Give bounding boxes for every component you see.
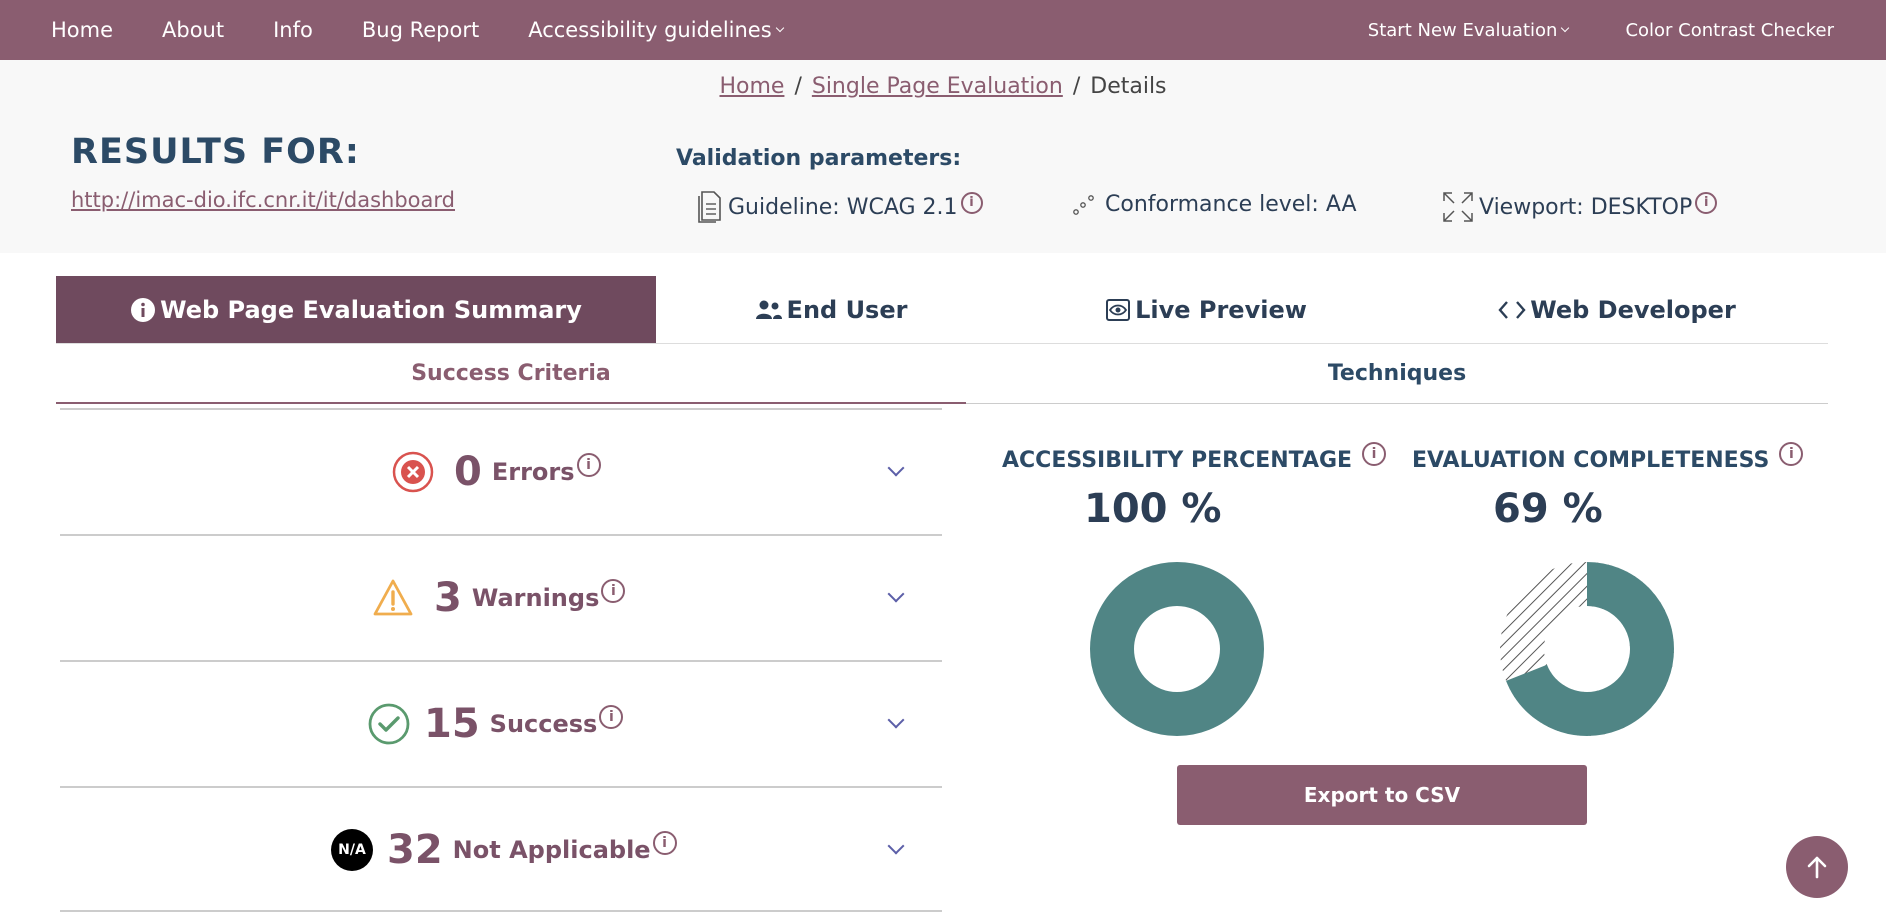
main-tabs: Web Page Evaluation Summary End User Liv…	[56, 276, 1828, 343]
code-icon	[1498, 300, 1526, 319]
tab-web-developer[interactable]: Web Developer	[1406, 276, 1828, 343]
param-conformance: Conformance level: AA	[1071, 190, 1357, 218]
chevron-down-icon	[775, 23, 784, 33]
errors-count: 0	[454, 449, 482, 495]
breadcrumb-current: Details	[1090, 74, 1167, 99]
param-guideline-text: Guideline: WCAG 2.1	[728, 194, 958, 220]
not-applicable-badge: N/A	[331, 829, 373, 871]
breadcrumb-separator: /	[794, 74, 802, 99]
nav-info[interactable]: Info	[273, 18, 313, 42]
criteria-na-content: N/A 32 Not Applicable i	[331, 788, 677, 912]
document-icon	[698, 191, 721, 223]
arrow-up-icon	[1807, 856, 1827, 879]
warning-icon	[373, 579, 413, 616]
top-navbar: Home About Info Bug Report Accessibility…	[0, 0, 1886, 60]
chevron-down-icon[interactable]	[887, 459, 905, 477]
evaluation-completeness-title: EVALUATION COMPLETENESS i	[1412, 442, 1804, 473]
tab-web-page-evaluation-summary[interactable]: Web Page Evaluation Summary	[56, 276, 656, 343]
accessibility-percentage-value: 100 %	[1084, 486, 1222, 532]
evaluation-completeness-label: EVALUATION COMPLETENESS	[1412, 448, 1770, 473]
nav-color-contrast-checker[interactable]: Color Contrast Checker	[1625, 20, 1834, 41]
eye-icon	[1106, 298, 1131, 321]
info-icon[interactable]: i	[599, 705, 624, 729]
errors-label: Errors	[491, 458, 575, 486]
criteria-row-success[interactable]: 15 Success i	[60, 660, 942, 786]
criteria-errors-content: 0 Errors i	[392, 410, 601, 534]
not-applicable-label: Not Applicable	[452, 836, 651, 864]
info-icon[interactable]: i	[601, 579, 626, 603]
tab-live-preview[interactable]: Live Preview	[1006, 276, 1406, 343]
users-icon	[755, 300, 782, 319]
results-title: RESULTS FOR:	[71, 132, 360, 172]
tab-web-developer-label: Web Developer	[1530, 295, 1736, 324]
nav-left: Home About Info Bug Report Accessibility…	[0, 0, 832, 60]
info-icon[interactable]: i	[652, 831, 677, 855]
dots-icon	[1073, 195, 1094, 215]
nav-home[interactable]: Home	[51, 18, 113, 42]
breadcrumb: Home / Single Page Evaluation / Details	[0, 74, 1886, 99]
nav-about[interactable]: About	[162, 18, 224, 42]
success-count: 15	[424, 701, 480, 747]
criteria-row-errors[interactable]: 0 Errors i	[60, 408, 942, 534]
scroll-to-top-button[interactable]	[1786, 836, 1848, 898]
tab-live-preview-label: Live Preview	[1135, 295, 1307, 324]
accessibility-percentage-title: ACCESSIBILITY PERCENTAGE i	[1002, 442, 1387, 473]
info-icon[interactable]: i	[960, 192, 983, 214]
criteria-list: 0 Errors i 3 Warnings i 15 Success i N/A…	[60, 408, 942, 912]
validation-parameters-title: Validation parameters:	[676, 146, 962, 171]
error-icon	[392, 451, 434, 493]
nav-right: Start New Evaluation Color Contrast Chec…	[1311, 0, 1834, 60]
results-header: Home / Single Page Evaluation / Details RESU…	[0, 60, 1886, 253]
info-icon[interactable]: i	[1695, 192, 1718, 214]
info-icon[interactable]: i	[1362, 442, 1387, 466]
accessibility-donut-chart	[1090, 562, 1264, 736]
param-guideline: Guideline: WCAG 2.1 i	[696, 190, 983, 224]
nav-start-new-evaluation[interactable]: Start New Evaluation	[1367, 19, 1570, 41]
chevron-down-icon[interactable]	[887, 585, 905, 603]
evaluation-completeness-value: 69 %	[1493, 486, 1603, 532]
tab-summary-label: Web Page Evaluation Summary	[160, 295, 582, 324]
param-viewport: Viewport: DESKTOP i	[1441, 190, 1718, 224]
criteria-row-not-applicable[interactable]: N/A 32 Not Applicable i	[60, 786, 942, 912]
results-url[interactable]: http://imac-dio.ifc.cnr.it/it/dashboard	[71, 188, 455, 212]
nav-bug-report[interactable]: Bug Report	[362, 18, 479, 42]
not-applicable-count: 32	[387, 827, 443, 873]
tab-end-user-label: End User	[786, 295, 908, 324]
criteria-row-warnings[interactable]: 3 Warnings i	[60, 534, 942, 660]
breadcrumb-single-page-evaluation[interactable]: Single Page Evaluation	[812, 74, 1063, 99]
param-viewport-text: Viewport: DESKTOP	[1479, 194, 1693, 220]
criteria-warnings-content: 3 Warnings i	[372, 536, 626, 660]
accessibility-donut-arc	[1090, 562, 1264, 736]
success-check-icon	[368, 703, 410, 745]
chevron-down-icon[interactable]	[887, 837, 905, 855]
sub-tabs: Success Criteria Techniques	[56, 343, 1828, 404]
export-to-csv-button[interactable]: Export to CSV	[1177, 765, 1587, 825]
completeness-donut-chart	[1500, 562, 1674, 736]
warnings-count: 3	[434, 575, 462, 621]
info-icon[interactable]: i	[576, 453, 601, 477]
info-icon[interactable]: i	[1779, 442, 1804, 466]
nav-accessibility-guidelines[interactable]: Accessibility guidelines	[528, 18, 784, 42]
accessibility-percentage-label: ACCESSIBILITY PERCENTAGE	[1002, 448, 1353, 473]
nav-guidelines-label: Accessibility guidelines	[528, 18, 772, 42]
chevron-down-icon	[1561, 23, 1570, 33]
tab-techniques[interactable]: Techniques	[966, 344, 1828, 404]
info-icon	[131, 297, 156, 322]
param-conformance-text: Conformance level: AA	[1105, 191, 1357, 217]
breadcrumb-separator: /	[1072, 74, 1081, 99]
nav-start-eval-label: Start New Evaluation	[1367, 19, 1558, 41]
warnings-label: Warnings	[471, 584, 600, 612]
tab-success-criteria[interactable]: Success Criteria	[56, 344, 966, 404]
chevron-down-icon[interactable]	[887, 711, 905, 729]
criteria-success-content: 15 Success i	[368, 662, 624, 786]
expand-icon	[1443, 192, 1473, 222]
success-label: Success	[489, 710, 598, 738]
tab-end-user[interactable]: End User	[656, 276, 1006, 343]
breadcrumb-home[interactable]: Home	[719, 74, 784, 99]
